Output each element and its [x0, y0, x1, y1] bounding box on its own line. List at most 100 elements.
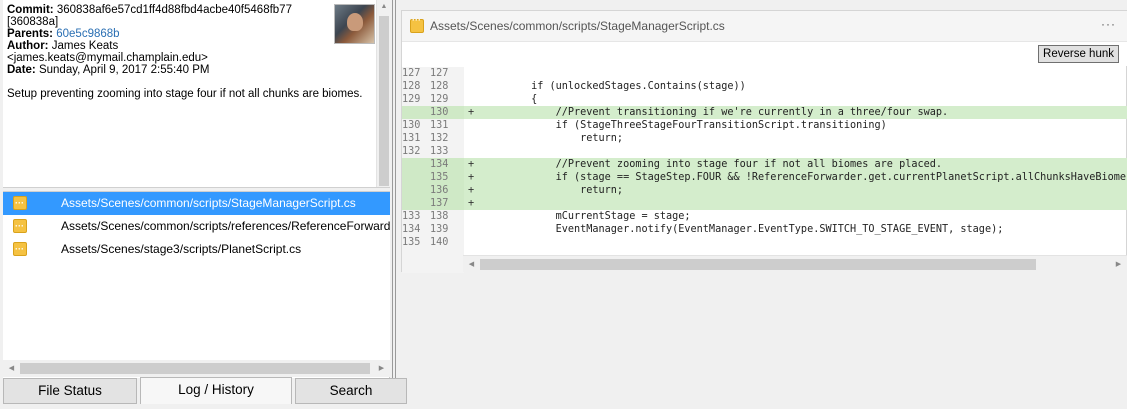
author-name: James Keats: [51, 40, 119, 52]
author-label: Author:: [7, 40, 49, 52]
code-text: if (stage == StageStep.FOUR && !Referenc…: [482, 172, 1127, 183]
diff-marker: +: [468, 185, 475, 196]
scrollbar-thumb[interactable]: [480, 259, 1036, 270]
commit-line: Commit: 360838af6e57cd1ff4d88fbd4acbe40f…: [7, 4, 372, 16]
author-email: <james.keats@mymail.champlain.edu>: [7, 52, 208, 64]
file-item[interactable]: Assets/Scenes/stage3/scripts/PlanetScrip…: [3, 238, 390, 261]
diff-line-added[interactable]: 134 + //Prevent zooming into stage four i…: [402, 158, 1127, 171]
new-line-number: 130: [430, 107, 449, 118]
diff-pane: Assets/Scenes/common/scripts/StageManage…: [401, 10, 1127, 273]
new-line-number: 131: [430, 120, 449, 131]
tab-search[interactable]: Search: [295, 378, 407, 404]
diff-line-added[interactable]: 137 +: [402, 197, 1127, 210]
diff-header: Assets/Scenes/common/scripts/StageManage…: [402, 11, 1127, 42]
tab-file-status[interactable]: File Status: [3, 378, 137, 404]
old-line-number: 132: [402, 146, 421, 157]
new-line-number: 138: [430, 211, 449, 222]
commit-hash[interactable]: 360838af6e57cd1ff4d88fbd4acbe40f5468fb77: [57, 4, 292, 16]
file-path: Assets/Scenes/common/scripts/references/…: [61, 219, 390, 233]
diff-line[interactable]: 128 128 if (unlockedStages.Contains(stage…: [402, 80, 1127, 93]
diff-line[interactable]: 131 132 return;: [402, 132, 1127, 145]
more-options-button[interactable]: ···: [1101, 17, 1116, 31]
new-line-number: 134: [430, 159, 449, 170]
parent-link[interactable]: 60e5c9868b: [56, 28, 119, 40]
old-line-number: 134: [402, 224, 421, 235]
diff-file-path: Assets/Scenes/common/scripts/StageManage…: [430, 19, 725, 33]
new-line-number: 128: [430, 81, 449, 92]
diff-line[interactable]: 127 127: [402, 67, 1127, 80]
modified-file-icon: [13, 238, 27, 260]
reverse-hunk-button[interactable]: Reverse hunk: [1038, 45, 1119, 63]
scroll-right-icon[interactable]: ▶: [1110, 256, 1127, 273]
commit-details: Commit: 360838af6e57cd1ff4d88fbd4acbe40f…: [3, 0, 376, 187]
scroll-up-icon[interactable]: ▲: [377, 0, 391, 14]
old-line-number: 130: [402, 120, 421, 131]
old-line-number: 131: [402, 133, 421, 144]
new-line-number: 133: [430, 146, 449, 157]
avatar: [334, 4, 375, 44]
date-line: Date: Sunday, April 9, 2017 2:55:40 PM: [7, 64, 372, 76]
old-line-number: 133: [402, 211, 421, 222]
date-label: Date:: [7, 64, 36, 76]
code-text: EventManager.notify(EventManager.EventTy…: [482, 224, 1004, 235]
scroll-left-icon[interactable]: ◀: [463, 256, 480, 273]
scrollbar-thumb[interactable]: [20, 363, 370, 374]
scrollbar-thumb[interactable]: [379, 16, 389, 186]
file-item[interactable]: Assets/Scenes/common/scripts/StageManage…: [3, 192, 390, 215]
sourcetree-window: Commit: 360838af6e57cd1ff4d88fbd4acbe40f…: [0, 0, 1127, 409]
diff-line[interactable]: 132 133: [402, 145, 1127, 158]
diff-marker: +: [468, 107, 475, 118]
new-line-number: 132: [430, 133, 449, 144]
code-text: //Prevent transitioning if we're current…: [482, 107, 949, 118]
diff-marker: +: [468, 159, 475, 170]
commit-short: [360838a]: [7, 16, 59, 28]
new-line-number: 140: [430, 237, 449, 248]
file-path: Assets/Scenes/common/scripts/StageManage…: [61, 196, 356, 210]
left-pane: Commit: 360838af6e57cd1ff4d88fbd4acbe40f…: [3, 0, 390, 378]
new-line-number: 136: [430, 185, 449, 196]
scroll-left-icon[interactable]: ◀: [3, 360, 20, 377]
old-line-number: 135: [402, 237, 421, 248]
new-line-number: 129: [430, 94, 449, 105]
new-line-number: 135: [430, 172, 449, 183]
diff-line[interactable]: 130 131 if (StageThreeStageFourTransition…: [402, 119, 1127, 132]
old-line-number: 129: [402, 94, 421, 105]
diff-line-added[interactable]: 135 + if (stage == StageStep.FOUR && !Ref…: [402, 171, 1127, 184]
hunk-toolbar: Reverse hunk: [402, 42, 1127, 66]
old-line-number: 128: [402, 81, 421, 92]
diff-line-added[interactable]: 136 + return;: [402, 184, 1127, 197]
diff-line[interactable]: 134 139 EventManager.notify(EventManager.…: [402, 223, 1127, 236]
diff-horizontal-scrollbar[interactable]: ◀ ▶: [463, 255, 1127, 272]
author-line: Author: James Keats: [7, 40, 372, 52]
modified-file-icon: [410, 15, 424, 33]
files-horizontal-scrollbar[interactable]: ◀ ▶: [3, 360, 390, 377]
vertical-splitter[interactable]: [391, 0, 397, 378]
new-line-number: 139: [430, 224, 449, 235]
new-line-number: 127: [430, 68, 449, 79]
commit-message: Setup preventing zooming into stage four…: [7, 88, 363, 100]
diff-marker: +: [468, 172, 475, 183]
tab-log-history[interactable]: Log / History: [140, 377, 292, 404]
diff-line-added[interactable]: 130 + //Prevent transitioning if we're cu…: [402, 106, 1127, 119]
code-text: if (unlockedStages.Contains(stage)): [482, 81, 746, 92]
diff-line[interactable]: 135 140: [402, 236, 1127, 249]
details-vertical-scrollbar[interactable]: ▲: [376, 0, 390, 187]
scroll-right-icon[interactable]: ▶: [373, 360, 390, 377]
file-item[interactable]: Assets/Scenes/common/scripts/references/…: [3, 215, 390, 238]
new-line-number: 137: [430, 198, 449, 209]
modified-file-icon: [13, 215, 27, 237]
date-value: Sunday, April 9, 2017 2:55:40 PM: [38, 64, 210, 76]
code-text: return;: [482, 133, 624, 144]
parents-label: Parents:: [7, 28, 54, 40]
file-path: Assets/Scenes/stage3/scripts/PlanetScrip…: [61, 242, 302, 256]
old-line-number: 127: [402, 68, 421, 79]
diff-line[interactable]: 133 138 mCurrentStage = stage;: [402, 210, 1127, 223]
commit-label: Commit:: [7, 4, 54, 16]
code-text: mCurrentStage = stage;: [482, 211, 691, 222]
diff-line[interactable]: 129 129 {: [402, 93, 1127, 106]
diff-code: 127 127 128 128 if (unlockedStages.Contains…: [402, 67, 1127, 249]
code-text: {: [482, 94, 538, 105]
code-text: if (StageThreeStageFourTransitionScript.…: [482, 120, 887, 131]
changed-files-list: Assets/Scenes/common/scripts/StageManage…: [3, 192, 390, 360]
